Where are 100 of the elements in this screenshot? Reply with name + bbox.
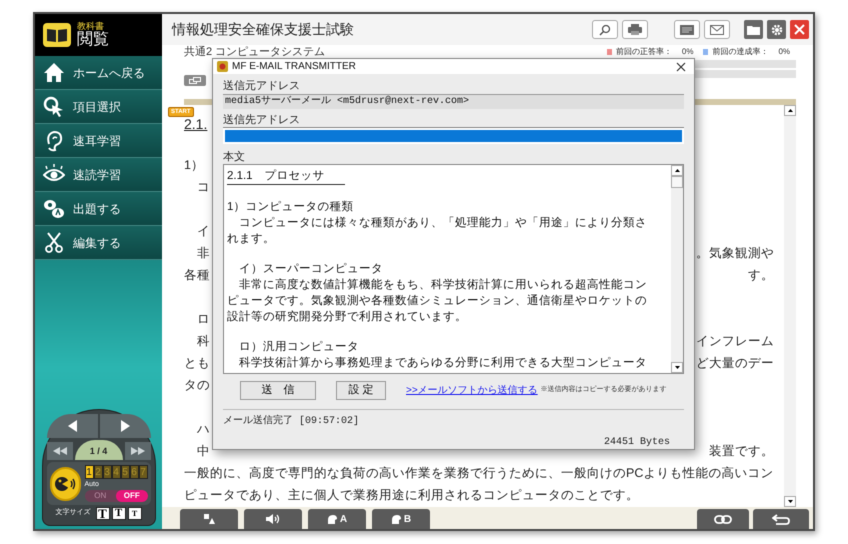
document-text: 各種 — [184, 266, 210, 284]
body-heading: 2.1.1 プロセッサ — [227, 168, 345, 185]
envelope-icon — [710, 24, 724, 34]
gear-icon — [770, 24, 782, 36]
windows-icon — [189, 77, 201, 84]
document-text: 装置です。 — [709, 442, 774, 460]
book-icon — [43, 23, 71, 47]
section-heading: 2.1. — [184, 115, 208, 134]
body-text-line: 1）コンピュータの種類 — [227, 200, 354, 215]
mail-button[interactable] — [704, 20, 730, 39]
from-address-field[interactable]: media5サーバーメール <m5drusr@next-rev.com> — [223, 94, 684, 109]
close-icon — [676, 62, 686, 72]
body-text-line: 科学技術計算から事務処理まであらゆる分野に利用できる大型コンピュータ — [238, 355, 648, 371]
dialog-title: MF E-MAIL TRANSMITTER — [232, 60, 356, 74]
document-text: ピュータであり、主に個人で業務用途に利用されるコンピュータのことです。 — [184, 486, 639, 504]
document-text: 一般的に、高度で専門的な負荷の高い作業を業務で行うために、一般向けのPCよりも性能の高いコン — [184, 464, 774, 482]
document-text: コ — [196, 178, 210, 196]
head-icon — [326, 514, 338, 524]
down-arrow-icon — [788, 500, 792, 503]
section-title: 共通2 コンピュータシステム — [184, 44, 326, 60]
stat-label: 前回の正答率： — [616, 46, 672, 58]
up-arrow-icon — [788, 109, 792, 112]
send-button[interactable]: 送 信 — [240, 381, 316, 400]
close-icon — [794, 24, 805, 35]
up-arrow-icon — [674, 169, 680, 172]
auto-toggle[interactable]: ON OFF — [84, 490, 148, 502]
logo-caption: 教科書 — [77, 22, 105, 31]
search-button[interactable] — [592, 20, 618, 39]
font-size-button[interactable]: T — [96, 507, 110, 520]
speed-level[interactable]: 1 — [84, 465, 94, 479]
image-icon — [204, 514, 214, 524]
body-text-area[interactable] — [223, 164, 684, 374]
text-export-button[interactable] — [674, 20, 700, 39]
settings-button[interactable]: 設 定 — [336, 381, 386, 400]
body-text-line: れます。 — [227, 232, 276, 247]
link-button[interactable] — [697, 509, 749, 529]
fast-forward-button[interactable] — [124, 442, 150, 460]
folder-icon — [747, 24, 760, 34]
speaking-face-icon — [54, 476, 76, 492]
document-text: 。気象観測や — [696, 244, 774, 262]
settings-button[interactable] — [767, 20, 786, 39]
speaker-button[interactable] — [50, 466, 80, 500]
sidebar-menu-item[interactable]: 項目選択 — [35, 90, 162, 124]
document-text: ど大量のデー — [696, 354, 774, 372]
back-button[interactable] — [753, 509, 809, 529]
document-text: す。 — [748, 266, 774, 284]
sidebar-menu-item[interactable]: 出題する — [35, 192, 162, 226]
close-button[interactable] — [674, 60, 688, 74]
document-text: 科 — [196, 332, 210, 350]
document-text: ロ — [196, 310, 210, 328]
window-button[interactable] — [184, 75, 206, 86]
body-text-line: イ）スーパーコンピュータ — [238, 262, 384, 277]
cursor-icon — [43, 96, 65, 118]
search-icon — [599, 24, 611, 36]
sidebar-menu-item[interactable]: 速耳学習 — [35, 124, 162, 158]
previous-button[interactable] — [46, 414, 98, 438]
image-button[interactable] — [180, 509, 238, 529]
body-label: 本文 — [223, 150, 246, 164]
speaker-icon — [266, 514, 280, 524]
sidebar-menu-item[interactable]: 速読学習 — [35, 158, 162, 192]
to-label: 送信先アドレス — [223, 113, 301, 127]
document-icon — [680, 24, 694, 34]
toggle-option[interactable]: OFF — [116, 490, 148, 502]
head-icon — [390, 514, 402, 524]
double-left-icon — [52, 447, 66, 455]
return-arrow-icon — [772, 514, 790, 524]
stat-value: 0% — [778, 46, 790, 58]
stat-label: 前回の達成率： — [712, 46, 768, 58]
status-message: メール送信完了 [09:57:02] — [223, 414, 360, 429]
document-text: タの — [184, 376, 210, 394]
right-triangle-icon — [120, 420, 130, 432]
document-text: イ — [196, 222, 210, 240]
left-triangle-icon — [68, 420, 76, 432]
folder-button[interactable] — [744, 20, 763, 39]
font-size-button[interactable]: T — [128, 507, 142, 520]
document-text: 中 — [196, 442, 210, 460]
speech-bubbles-icon — [43, 198, 65, 220]
print-button[interactable] — [622, 20, 648, 39]
from-label: 送信元アドレス — [223, 79, 301, 94]
double-right-icon — [130, 447, 144, 455]
voice-a-button[interactable]: A — [308, 509, 366, 529]
page-title: 情報処理安全確保支援士試験 — [172, 20, 354, 39]
scroll-thumb[interactable] — [671, 176, 683, 188]
body-text-line: ロ）汎用コンピュータ — [238, 340, 360, 355]
body-text-line: 非常に高度な数値計算機能をもち、科学技術計算に用いられる超高性能コン — [238, 277, 648, 293]
voice-b-button[interactable]: B — [372, 509, 430, 529]
byte-count: 24451 Bytes — [604, 436, 670, 450]
next-button[interactable] — [100, 414, 150, 438]
to-address-field[interactable] — [223, 127, 684, 144]
sidebar-menu-item[interactable]: ホームへ戻る — [35, 56, 162, 90]
logo-title: 閲覧 — [77, 32, 109, 48]
document-text: ハ — [196, 420, 210, 438]
font-size-button[interactable]: T — [112, 507, 126, 520]
body-text-line: コンピュータには様々な種類があり、「処理能力」や「用途」により分類さ — [238, 216, 648, 231]
down-arrow-icon — [674, 366, 680, 369]
rewind-button[interactable] — [46, 442, 72, 460]
house-icon — [43, 62, 65, 84]
send-from-mail-app-link[interactable]: >>メールソフトから送信する — [406, 383, 538, 398]
audio-button[interactable] — [244, 509, 302, 529]
sidebar-menu-item[interactable]: 編集する — [35, 226, 162, 260]
